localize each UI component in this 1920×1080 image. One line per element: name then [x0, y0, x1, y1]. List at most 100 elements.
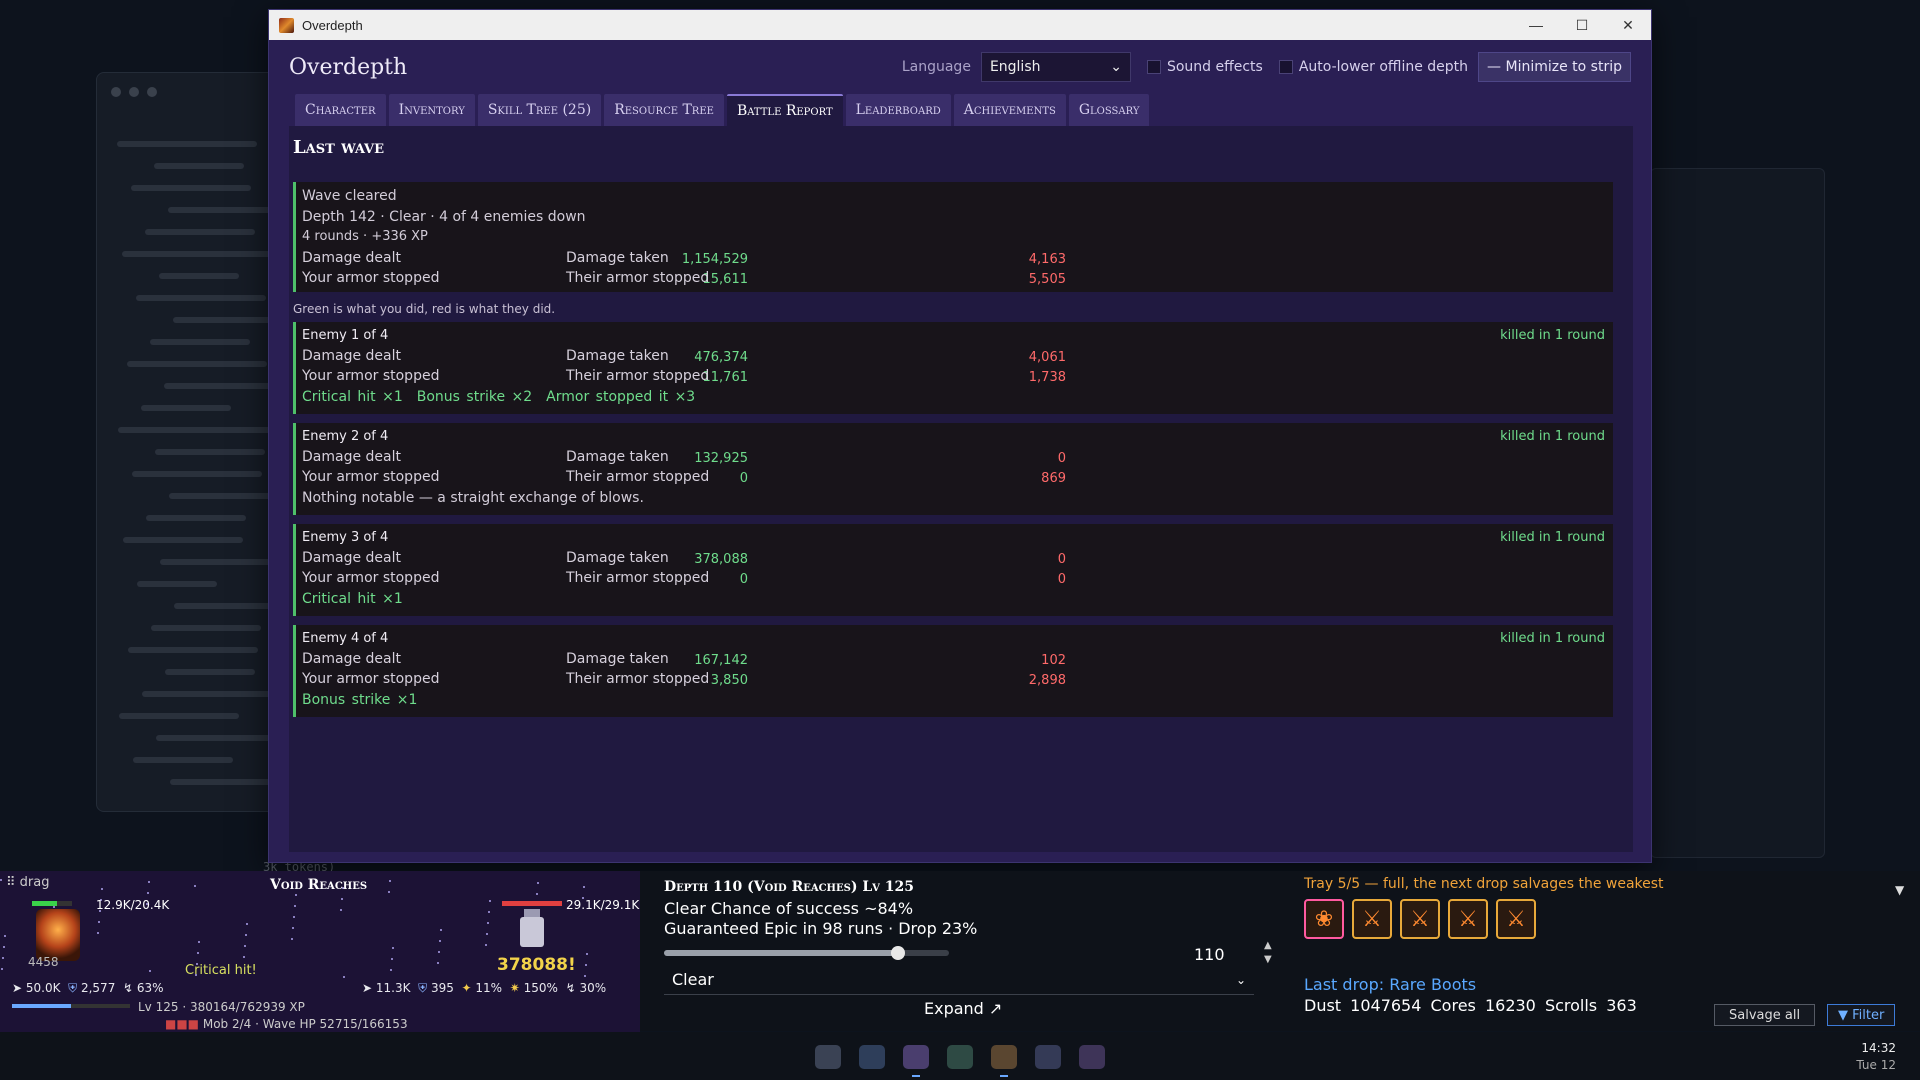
player-attack: 50.0K — [25, 981, 61, 995]
auto-lower-toggle[interactable]: Auto-lower offline depth — [1278, 59, 1469, 75]
depth-value[interactable]: 110 — [1194, 945, 1225, 964]
their-armor-value: 1,738 — [1028, 370, 1066, 385]
enemy-stats: ➤ 11.3K ⛨ 395 ✦ 11% ✷ 150% ↯ 30% — [362, 981, 606, 996]
wave-status: Wave cleared — [302, 188, 397, 204]
salvage-all-button[interactable]: Salvage all — [1714, 1004, 1816, 1026]
star — [198, 941, 200, 943]
taskbar-app-icon[interactable] — [859, 1045, 885, 1069]
last-drop[interactable]: Last drop: Rare Boots — [1304, 975, 1476, 994]
tab-resource-tree[interactable]: Resource Tree — [604, 94, 724, 126]
star — [245, 934, 247, 936]
damage-dealt-value: 167,142 — [694, 653, 748, 668]
filter-button[interactable]: ▼ Filter — [1827, 1004, 1896, 1026]
star — [440, 929, 442, 931]
tab-skill-tree[interactable]: Skill Tree (25) — [477, 94, 602, 126]
your-armor-label: Your armor stopped — [302, 671, 440, 687]
star — [147, 892, 149, 894]
code-line — [133, 757, 233, 763]
maximize-icon[interactable]: ☐ — [1559, 10, 1605, 40]
app-name: Overdepth — [289, 54, 408, 80]
your-armor-label: Your armor stopped — [302, 469, 440, 485]
tab-inventory[interactable]: Inventory — [388, 94, 475, 126]
their-armor-label: Their armor stopped — [566, 570, 710, 586]
clock[interactable]: 14:32 Tue 12 — [1856, 1040, 1896, 1074]
app-window: Overdepth — ☐ ✕ Overdepth Language Engli… — [268, 9, 1652, 863]
star — [439, 940, 441, 942]
depth-stepper[interactable]: ▲ ▼ — [1264, 939, 1272, 967]
sound-effects-checkbox[interactable] — [1146, 60, 1161, 74]
collapse-icon[interactable]: ▼ — [1895, 883, 1904, 897]
star — [388, 891, 390, 893]
their-armor-label: Their armor stopped — [566, 368, 710, 384]
legend-note: Green is what you did, red is what they … — [293, 302, 556, 316]
enemy-note: Nothing notable — a straight exchange of… — [302, 490, 644, 506]
tab-leaderboard[interactable]: Leaderboard — [845, 94, 951, 126]
their-armor-value: 2,898 — [1028, 673, 1066, 688]
minimize-to-strip-button[interactable]: — Minimize to strip — [1478, 52, 1631, 82]
star — [438, 951, 440, 953]
star — [586, 953, 588, 955]
taskbar-app-icon[interactable] — [815, 1045, 841, 1069]
tray-slot-2[interactable]: ⚔ — [1352, 899, 1392, 939]
section-title: Last wave — [293, 137, 384, 158]
auto-lower-checkbox[interactable] — [1278, 60, 1293, 74]
taskbar-app-icon[interactable] — [1079, 1045, 1105, 1069]
slider-knob[interactable] — [890, 946, 905, 960]
close-icon[interactable]: ✕ — [1605, 10, 1651, 40]
lightning-icon: ↯ — [122, 981, 134, 995]
player-hp-bar — [32, 901, 72, 906]
damage-taken-label: Damage taken — [566, 550, 669, 566]
star — [437, 962, 439, 964]
language-select[interactable]: English ⌄ — [980, 52, 1131, 82]
enemy-result: killed in 1 round — [1500, 429, 1605, 444]
code-line — [123, 537, 243, 543]
damage-dealt-value: 476,374 — [694, 350, 748, 365]
damage-dealt-value: 132,925 — [694, 451, 748, 466]
enemy-tags: Critical hit ×1 Bonus strike ×2 Armor stop… — [302, 389, 709, 405]
code-line — [136, 295, 266, 301]
star — [340, 909, 342, 911]
title-bar: Overdepth — ☐ ✕ — [269, 10, 1651, 40]
enemy-crit-dmg: 150% — [523, 981, 558, 995]
tray-title: Tray 5/5 — full, the next drop salvages … — [1304, 876, 1664, 892]
enemy-title: Enemy 2 of 4 — [302, 429, 389, 444]
mode-select[interactable]: Clear ⌄ — [664, 965, 1254, 995]
star — [295, 894, 297, 896]
taskbar-app-icon[interactable] — [1035, 1045, 1061, 1069]
code-line — [150, 339, 250, 345]
tab-battle-report[interactable]: Battle Report — [726, 94, 843, 126]
tray-slot-3[interactable]: ⚔ — [1400, 899, 1440, 939]
taskbar-app-icon[interactable] — [991, 1045, 1017, 1069]
resources-line: Dust 1047654 Cores 16230 Scrolls 363 — [1304, 996, 1637, 1015]
sound-effects-toggle[interactable]: Sound effects — [1146, 59, 1263, 75]
language-value: English — [989, 59, 1041, 75]
auto-lower-label: Auto-lower offline depth — [1298, 59, 1469, 75]
star — [0, 879, 2, 881]
drag-handle[interactable]: ⠿ drag — [6, 875, 49, 890]
star — [489, 900, 491, 902]
tray-slot-1[interactable]: ❀ — [1304, 899, 1344, 939]
enemy-card: Enemy 1 of 4 killed in 1 round Damage deal… — [293, 322, 1613, 414]
taskbar-app-icon[interactable] — [947, 1045, 973, 1069]
event-tag: Critical hit ×1 — [302, 389, 403, 405]
tab-bar: Character Inventory Skill Tree (25) Reso… — [269, 94, 1651, 126]
their-armor-label: Their armor stopped — [566, 469, 710, 485]
tab-character[interactable]: Character — [295, 94, 386, 126]
star — [294, 905, 296, 907]
taskbar-app-icon[interactable] — [903, 1045, 929, 1069]
sparkle-icon: ✦ — [461, 981, 472, 995]
code-line — [146, 515, 246, 521]
clock-date: Tue 12 — [1856, 1058, 1896, 1072]
player-power: 4458 — [28, 955, 59, 969]
clock-time: 14:32 — [1861, 1041, 1896, 1055]
their-armor-value: 0 — [1057, 572, 1066, 587]
tray-slot-4[interactable]: ⚔ — [1448, 899, 1488, 939]
tab-glossary[interactable]: Glossary — [1068, 94, 1150, 126]
expand-button[interactable]: Expand ↗ — [924, 999, 1002, 1018]
background-window — [1650, 168, 1825, 858]
damage-taken-label: Damage taken — [566, 348, 669, 364]
depth-slider[interactable] — [664, 946, 949, 960]
minimize-icon[interactable]: — — [1513, 10, 1559, 40]
tab-achievements[interactable]: Achievements — [953, 94, 1066, 126]
tray-slot-5[interactable]: ⚔ — [1496, 899, 1536, 939]
